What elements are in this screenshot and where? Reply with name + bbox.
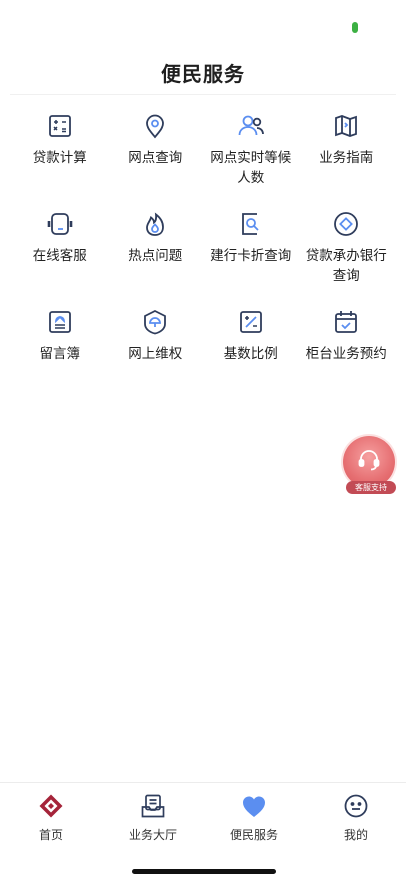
tab-label: 业务大厅 <box>128 828 177 842</box>
map-guide-icon <box>332 112 360 140</box>
tab-convenience-services[interactable]: 便民服务 <box>214 793 294 843</box>
service-label: 基数比例 <box>223 346 278 362</box>
service-business-guide[interactable]: 业务指南 <box>299 112 395 198</box>
service-message-book[interactable]: 留言簿 <box>12 308 108 394</box>
service-label: 留言簿 <box>39 346 81 362</box>
flame-icon <box>141 210 169 238</box>
calendar-check-icon <box>332 308 360 336</box>
tab-home[interactable]: 首页 <box>11 793 91 843</box>
business-hall-icon <box>140 793 166 819</box>
service-base-ratio[interactable]: 基数比例 <box>203 308 299 394</box>
service-label: 网点查询 <box>128 150 183 166</box>
service-label: 贷款承办银行查询 <box>305 248 387 284</box>
heart-icon <box>241 793 267 819</box>
service-label: 网上维权 <box>128 346 183 362</box>
customer-support-button[interactable]: 客服支持 <box>342 434 398 496</box>
status-indicator <box>352 22 358 33</box>
location-pin-icon <box>141 112 169 140</box>
service-hot-issues[interactable]: 热点问题 <box>108 210 204 296</box>
service-label: 热点问题 <box>128 248 183 264</box>
service-counter-appointment[interactable]: 柜台业务预约 <box>299 308 395 394</box>
tab-business-hall[interactable]: 业务大厅 <box>113 793 193 843</box>
message-book-icon <box>46 308 74 336</box>
service-label: 柜台业务预约 <box>305 346 387 362</box>
service-online-support[interactable]: 在线客服 <box>12 210 108 296</box>
headset-icon <box>46 210 74 238</box>
service-label: 在线客服 <box>32 248 87 264</box>
service-grid: 贷款计算 网点查询 网点实时等候人数 业务指南 在线客服 热点问题 建行卡折查询… <box>12 112 394 394</box>
tab-profile[interactable]: 我的 <box>316 793 396 843</box>
service-label: 建行卡折查询 <box>210 248 292 264</box>
people-icon <box>237 112 265 140</box>
calculator-icon <box>46 112 74 140</box>
service-branch-query[interactable]: 网点查询 <box>108 112 204 198</box>
home-logo-icon <box>38 793 64 819</box>
tab-label: 首页 <box>38 828 63 842</box>
bank-search-icon <box>332 210 360 238</box>
service-label: 贷款计算 <box>32 150 87 166</box>
service-label: 业务指南 <box>319 150 374 166</box>
service-online-rights[interactable]: 网上维权 <box>108 308 204 394</box>
smiley-profile-icon <box>343 793 369 819</box>
customer-support-label: 客服支持 <box>346 481 396 494</box>
page-title: 便民服务 <box>161 62 245 86</box>
title-divider <box>10 94 396 95</box>
tab-label: 便民服务 <box>229 828 278 842</box>
shield-umbrella-icon <box>141 308 169 336</box>
service-loan-bank-query[interactable]: 贷款承办银行查询 <box>299 210 395 296</box>
home-indicator <box>132 869 276 874</box>
card-search-icon <box>237 210 265 238</box>
service-card-query[interactable]: 建行卡折查询 <box>203 210 299 296</box>
service-label: 网点实时等候人数 <box>210 150 292 186</box>
service-branch-queue[interactable]: 网点实时等候人数 <box>203 112 299 198</box>
tab-label: 我的 <box>343 828 368 842</box>
ratio-icon <box>237 308 265 336</box>
service-loan-calculator[interactable]: 贷款计算 <box>12 112 108 198</box>
